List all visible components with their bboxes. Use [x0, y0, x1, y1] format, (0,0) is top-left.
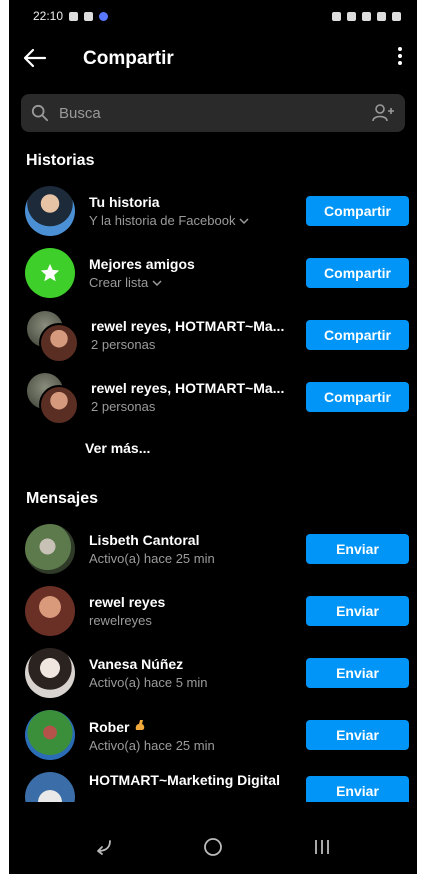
wifi-icon [362, 11, 371, 21]
row-subtitle: Crear lista [89, 275, 296, 290]
row-title: rewel reyes, HOTMART~Ma... [91, 318, 285, 334]
row-title: rewel reyes [89, 594, 166, 610]
row-title-text: Rober [89, 718, 130, 735]
row-text: Vanesa Núñez Activo(a) hace 5 min [89, 656, 296, 690]
page-title: Compartir [83, 48, 174, 69]
avatar[interactable] [25, 524, 75, 574]
status-left: 22:10 [33, 9, 109, 23]
gallery-icon [84, 11, 94, 21]
send-button[interactable]: Enviar [306, 534, 409, 564]
row-title: HOTMART~Marketing Digital [89, 772, 280, 788]
nav-home-icon[interactable] [193, 827, 233, 867]
list-item: HOTMART~Marketing Digital Enviar [9, 766, 417, 802]
list-item: rewel reyes, HOTMART~Ma... 2 personas Co… [9, 304, 417, 366]
avatar[interactable] [25, 186, 75, 236]
avatar[interactable] [25, 248, 75, 298]
chevron-down-icon[interactable] [152, 279, 162, 287]
share-screen: 22:10 Compartir Historias [9, 0, 417, 874]
status-bar: 22:10 [9, 0, 417, 32]
more-vertical-icon[interactable] [397, 46, 403, 70]
row-subtitle: 2 personas [91, 399, 156, 414]
app-notification-icon [99, 11, 109, 21]
row-title: rewel reyes, HOTMART~Ma... [91, 380, 285, 396]
list-item: Rober Activo(a) hace 25 min Enviar [9, 704, 417, 766]
row-subtitle-text: Crear lista [89, 275, 149, 290]
avatar[interactable] [25, 772, 75, 802]
signal-icon [377, 11, 386, 21]
mute-icon [347, 11, 356, 21]
app-bar: Compartir [9, 32, 417, 86]
row-text: rewel reyes, HOTMART~Ma... 2 personas [91, 318, 296, 352]
search-box[interactable] [21, 94, 405, 132]
sync-icon [332, 11, 341, 21]
row-title: Mejores amigos [89, 256, 195, 272]
row-text: rewel reyes rewelreyes [89, 594, 296, 628]
row-title: Rober [89, 718, 296, 735]
send-button[interactable]: Enviar [306, 720, 409, 750]
nav-back-icon[interactable] [84, 827, 124, 867]
group-avatar[interactable] [25, 371, 79, 425]
row-subtitle: Activo(a) hace 25 min [89, 551, 215, 566]
row-title: Tu historia [89, 194, 160, 210]
star-icon [40, 263, 60, 282]
avatar[interactable] [25, 710, 75, 760]
row-text: rewel reyes, HOTMART~Ma... 2 personas [91, 380, 296, 414]
row-subtitle: Activo(a) hace 5 min [89, 675, 208, 690]
row-text: Rober Activo(a) hace 25 min [89, 718, 296, 753]
stories-section-title: Historias [26, 152, 95, 169]
back-arrow-icon[interactable] [23, 46, 61, 72]
row-subtitle: 2 personas [91, 337, 156, 352]
row-text: HOTMART~Marketing Digital [89, 772, 296, 788]
row-text: Mejores amigos Crear lista [89, 256, 296, 290]
search-icon [31, 104, 49, 122]
list-item: Mejores amigos Crear lista Compartir [9, 242, 417, 304]
send-button[interactable]: Enviar [306, 658, 409, 688]
row-text: Tu historia Y la historia de Facebook [89, 194, 296, 228]
status-time: 22:10 [33, 9, 64, 23]
group-avatar[interactable] [25, 309, 79, 363]
share-button[interactable]: Compartir [306, 320, 409, 350]
row-title: Lisbeth Cantoral [89, 532, 200, 548]
share-button[interactable]: Compartir [306, 196, 409, 226]
share-button[interactable]: Compartir [306, 382, 409, 412]
messages-section-title: Mensajes [26, 490, 99, 507]
row-title: Vanesa Núñez [89, 656, 184, 672]
notification-icon [69, 11, 79, 21]
avatar[interactable] [25, 586, 75, 636]
search-input[interactable] [57, 103, 371, 123]
system-nav-bar [9, 820, 417, 874]
see-more-link[interactable]: Ver más... [9, 428, 417, 470]
row-subtitle: rewelreyes [89, 613, 152, 628]
status-right [332, 11, 401, 21]
row-subtitle: Activo(a) hace 25 min [89, 737, 215, 753]
list-item: rewel reyes, HOTMART~Ma... 2 personas Co… [9, 366, 417, 428]
chevron-down-icon[interactable] [239, 217, 249, 225]
add-people-icon[interactable] [371, 103, 395, 123]
search-bar [9, 86, 417, 132]
avatar[interactable] [25, 648, 75, 698]
list-item: Lisbeth Cantoral Activo(a) hace 25 min E… [9, 518, 417, 580]
battery-icon [392, 11, 401, 21]
share-button[interactable]: Compartir [306, 258, 409, 288]
list-item: Tu historia Y la historia de Facebook Co… [9, 180, 417, 242]
nav-recents-icon[interactable] [302, 827, 342, 867]
row-text: Lisbeth Cantoral Activo(a) hace 25 min [89, 532, 296, 566]
flexed-arm-emoji-icon [136, 719, 145, 730]
row-subtitle-text: Y la historia de Facebook [89, 213, 236, 228]
row-subtitle: Y la historia de Facebook [89, 213, 296, 228]
send-button[interactable]: Enviar [306, 776, 409, 802]
send-button[interactable]: Enviar [306, 596, 409, 626]
list-item: rewel reyes rewelreyes Enviar [9, 580, 417, 642]
list-item: Vanesa Núñez Activo(a) hace 5 min Enviar [9, 642, 417, 704]
